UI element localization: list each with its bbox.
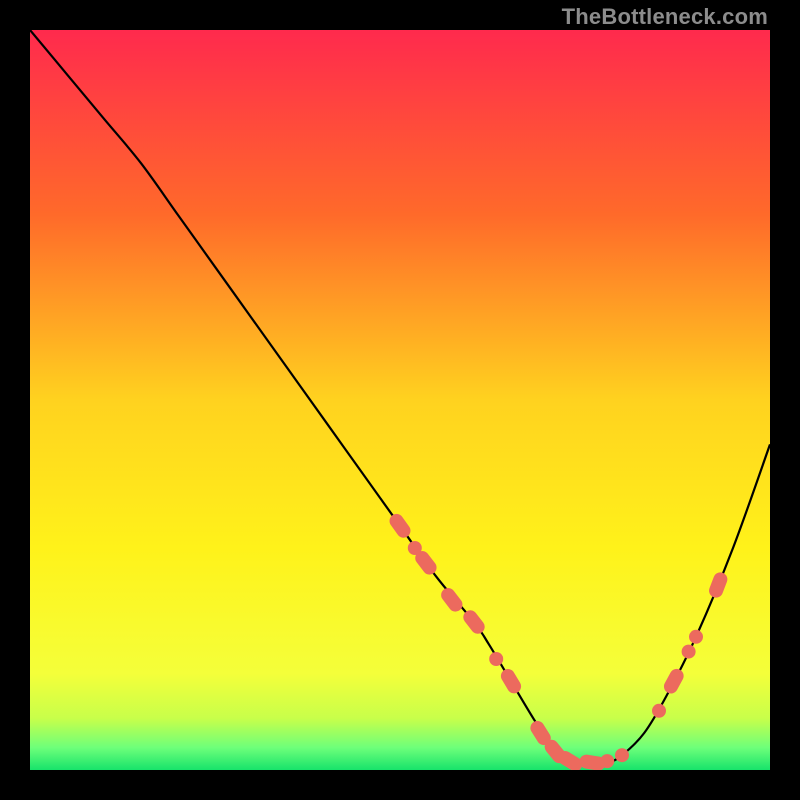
curve-marker-dot	[652, 704, 666, 718]
gradient-background	[30, 30, 770, 770]
curve-marker-dot	[689, 630, 703, 644]
curve-marker-dot	[600, 754, 614, 768]
curve-marker-dot	[489, 652, 503, 666]
chart-frame	[30, 30, 770, 770]
bottleneck-chart	[30, 30, 770, 770]
curve-marker-dot	[615, 748, 629, 762]
attribution-label: TheBottleneck.com	[562, 4, 768, 30]
curve-marker-dot	[682, 645, 696, 659]
